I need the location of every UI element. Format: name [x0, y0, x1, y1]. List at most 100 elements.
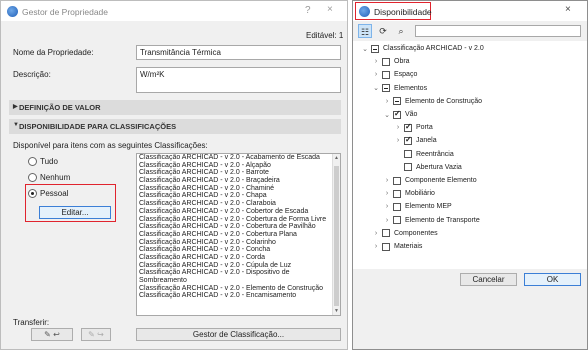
list-item[interactable]: Classificação ARCHICAD - v 2.0 - Element…	[137, 285, 340, 293]
tree-checkbox[interactable]	[382, 70, 390, 79]
scroll-down-icon[interactable]: ▼	[334, 308, 339, 314]
tree-row[interactable]: › Obra	[372, 56, 410, 67]
chevron-right-icon[interactable]: ›	[383, 190, 391, 197]
ok-button[interactable]: OK	[524, 273, 581, 286]
chevron-right-icon[interactable]: ›	[372, 230, 380, 237]
tree-checkbox[interactable]	[404, 163, 412, 172]
classification-manager-button[interactable]: Gestor de Classificação...	[136, 328, 341, 341]
chevron-right-icon[interactable]: ›	[372, 71, 380, 78]
tree-row[interactable]: › Componentes	[372, 228, 438, 239]
chevron-right-icon[interactable]: ›	[372, 243, 380, 250]
tree-checkbox[interactable]	[393, 97, 401, 106]
tree-label: Componentes	[394, 229, 438, 237]
list-item[interactable]: Classificação ARCHICAD - v 2.0 - Cúpula …	[137, 262, 340, 270]
help-button[interactable]: ?	[305, 5, 311, 16]
radio-all[interactable]	[28, 157, 37, 166]
classification-list[interactable]: Classificação ARCHICAD - v 2.0 - Acabame…	[136, 153, 341, 316]
tree-row[interactable]: › Materiais	[372, 241, 422, 252]
tree-row[interactable]: › Componente Elemento	[383, 175, 477, 186]
value-definition-section[interactable]: ▶ DEFINIÇÃO DE VALOR	[9, 100, 341, 115]
tree-checkbox[interactable]	[404, 122, 412, 132]
tree-label: Mobiliário	[405, 190, 435, 198]
tree-row[interactable]: › Mobiliário	[383, 188, 435, 199]
list-item[interactable]: Classificação ARCHICAD - v 2.0 - Acabame…	[137, 154, 340, 162]
classification-availability-section[interactable]: ▼ DISPONIBILIDADE PARA CLASSIFICAÇÕES	[9, 119, 341, 134]
list-item[interactable]: Sombreamento	[137, 277, 340, 285]
tree-checkbox[interactable]	[382, 242, 390, 251]
tree-row[interactable]: › Porta	[394, 122, 433, 133]
inject-button[interactable]: ✎ ↪	[81, 328, 111, 341]
list-item[interactable]: Classificação ARCHICAD - v 2.0 - Barrote	[137, 169, 340, 177]
tree-checkbox[interactable]	[404, 135, 412, 145]
tree-checkbox[interactable]	[393, 202, 401, 211]
chevron-down-icon[interactable]: ⌄	[383, 111, 391, 119]
chevron-down-icon[interactable]: ⌄	[372, 84, 380, 92]
list-item[interactable]: Classificação ARCHICAD - v 2.0 - Colarin…	[137, 239, 340, 247]
chevron-down-icon[interactable]: ⌄	[361, 45, 369, 53]
list-item[interactable]: Classificação ARCHICAD - v 2.0 - Corda	[137, 254, 340, 262]
property-name-input[interactable]: Transmitância Térmica	[136, 45, 341, 60]
chevron-right-icon[interactable]: ›	[383, 217, 391, 224]
filter-icon: ⟳	[379, 26, 387, 36]
list-item[interactable]: Classificação ARCHICAD - v 2.0 - Cobertu…	[137, 231, 340, 239]
window-title: Disponibilidade	[374, 7, 432, 17]
eyedropper-button[interactable]: ✎ ↩	[31, 328, 73, 341]
chevron-right-icon[interactable]: ›	[372, 58, 380, 65]
tree-checkbox[interactable]	[382, 84, 390, 93]
tree-row[interactable]: ⌄ Vão	[383, 109, 417, 120]
list-item[interactable]: Classificação ARCHICAD - v 2.0 - Chapa	[137, 192, 340, 200]
tree-row[interactable]: › Elemento MEP	[383, 201, 452, 212]
list-item[interactable]: Classificação ARCHICAD - v 2.0 - Cobertu…	[137, 223, 340, 231]
description-input[interactable]: W/m²K	[136, 67, 341, 93]
tree-row[interactable]: ⌄ Classificação ARCHICAD - v 2.0	[361, 43, 484, 54]
search-button[interactable]: ⌕	[394, 24, 408, 38]
list-item[interactable]: Classificação ARCHICAD - v 2.0 - Clarabo…	[137, 200, 340, 208]
close-button[interactable]: ×	[565, 4, 571, 15]
list-item[interactable]: Classificação ARCHICAD - v 2.0 - Encamis…	[137, 292, 340, 300]
chevron-right-icon[interactable]: ›	[383, 98, 391, 105]
tree-checkbox[interactable]	[371, 44, 379, 53]
tree-checkbox[interactable]	[382, 229, 390, 238]
tree-row[interactable]: › Janela	[394, 135, 437, 146]
section-title: DEFINIÇÃO DE VALOR	[19, 103, 101, 112]
tree-row[interactable]: › Elemento de Construção	[383, 96, 482, 107]
chevron-right-icon[interactable]: ›	[394, 137, 402, 144]
close-button[interactable]: ×	[327, 4, 333, 15]
tree-checkbox[interactable]	[404, 150, 412, 159]
chevron-right-icon[interactable]: ›	[394, 124, 402, 131]
radio-none[interactable]	[28, 173, 37, 182]
list-scrollbar[interactable]: ▲ ▼	[332, 154, 340, 315]
list-item[interactable]: Classificação ARCHICAD - v 2.0 - Cobertu…	[137, 216, 340, 224]
tree-checkbox[interactable]	[393, 189, 401, 198]
tree-checkbox[interactable]	[393, 216, 401, 225]
filter-button[interactable]: ⟳	[376, 24, 390, 38]
list-item[interactable]: Classificação ARCHICAD - v 2.0 - Coberto…	[137, 208, 340, 216]
classification-tree[interactable]: ⌄ Classificação ARCHICAD - v 2.0 › Obra › Esp…	[353, 41, 587, 269]
list-item[interactable]: Classificação ARCHICAD - v 2.0 - Concha	[137, 246, 340, 254]
eyedropper-icon: ✎ ↩	[44, 330, 60, 339]
transfer-label: Transferir:	[13, 318, 50, 327]
tree-row[interactable]: Abertura Vazia	[394, 162, 462, 173]
list-item[interactable]: Classificação ARCHICAD - v 2.0 - Braçade…	[137, 177, 340, 185]
edit-button[interactable]: Editar...	[39, 206, 111, 219]
chevron-right-icon[interactable]: ›	[383, 203, 391, 210]
title-bar: Disponibilidade ×	[353, 1, 587, 21]
list-item[interactable]: Classificação ARCHICAD - v 2.0 - Alçapão	[137, 162, 340, 170]
tree-view-button[interactable]: ☷	[358, 24, 372, 38]
tree-checkbox[interactable]	[393, 109, 401, 119]
tree-checkbox[interactable]	[393, 176, 401, 185]
list-item[interactable]: Classificação ARCHICAD - v 2.0 - Chaminé	[137, 185, 340, 193]
scroll-thumb[interactable]	[334, 166, 339, 306]
tree-row[interactable]: Reentrância	[394, 149, 454, 160]
tree-row[interactable]: ⌄ Elementos	[372, 83, 427, 94]
tree-row[interactable]: › Espaço	[372, 69, 417, 80]
name-label: Nome da Propriedade:	[13, 48, 94, 57]
tree-row[interactable]: › Elemento de Transporte	[383, 215, 480, 226]
chevron-right-icon[interactable]: ›	[383, 177, 391, 184]
search-input[interactable]	[415, 25, 581, 37]
list-item[interactable]: Classificação ARCHICAD - v 2.0 - Disposi…	[137, 269, 340, 277]
scroll-up-icon[interactable]: ▲	[334, 155, 339, 161]
tree-checkbox[interactable]	[382, 57, 390, 66]
cancel-button[interactable]: Cancelar	[460, 273, 517, 286]
radio-custom[interactable]	[28, 189, 37, 198]
